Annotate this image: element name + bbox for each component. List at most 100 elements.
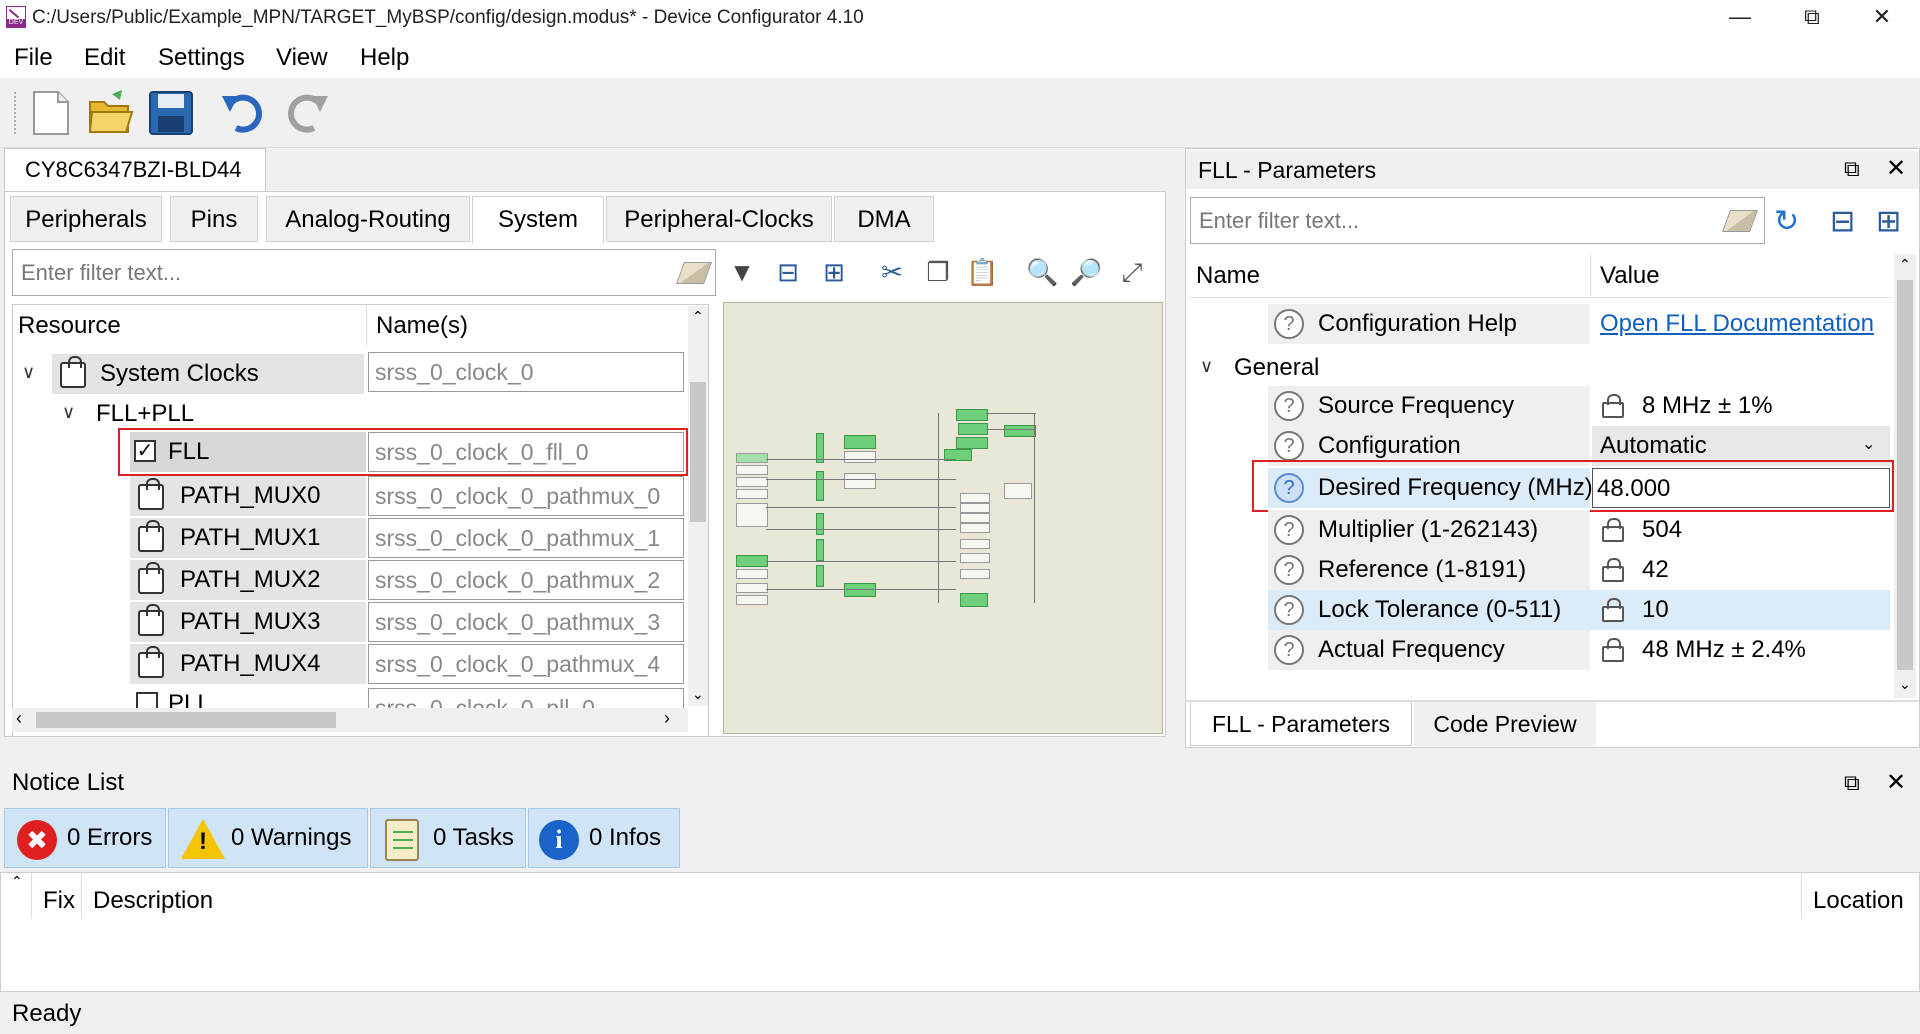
lock-checkbox-icon[interactable] <box>138 478 164 510</box>
restore-icon[interactable]: ⧉ <box>1782 0 1842 36</box>
collapse-all-icon[interactable]: ⊟ <box>1830 204 1855 239</box>
scrollbar-thumb[interactable] <box>36 712 336 728</box>
tree-item-pll[interactable]: PLL <box>168 688 211 708</box>
collapse-icon[interactable]: ⌃ <box>11 873 23 890</box>
tree-item-path-mux0[interactable]: PATH_MUX0 <box>180 476 320 516</box>
scroll-left-icon[interactable]: ‹ <box>16 708 22 729</box>
parameters-filter-input[interactable]: Enter filter text... <box>1190 197 1765 244</box>
new-file-icon[interactable] <box>26 88 76 138</box>
open-fll-documentation-link[interactable]: Open FLL Documentation <box>1600 304 1874 344</box>
location-column-header[interactable]: Location <box>1813 887 1904 915</box>
tab-analog-routing[interactable]: Analog-Routing <box>266 196 470 242</box>
name-field[interactable]: srss_0_clock_0_pathmux_4 <box>368 644 684 684</box>
tree-item-system-clocks[interactable]: System Clocks <box>100 354 259 394</box>
name-field[interactable]: srss_0_clock_0 <box>368 352 684 392</box>
infos-filter-button[interactable]: i 0 Infos <box>528 808 680 868</box>
menu-view[interactable]: View <box>276 44 328 72</box>
tree-horizontal-scrollbar[interactable]: ‹ › <box>12 708 688 732</box>
tab-code-preview[interactable]: Code Preview <box>1414 702 1596 746</box>
scroll-down-icon[interactable]: ⌄ <box>692 686 704 703</box>
lock-checkbox-icon[interactable] <box>138 604 164 636</box>
clock-diagram[interactable] <box>723 302 1163 734</box>
errors-filter-button[interactable]: ✖ 0 Errors <box>4 808 166 868</box>
name-field[interactable]: srss_0_clock_0_pathmux_3 <box>368 602 684 642</box>
help-icon[interactable]: ? <box>1274 515 1304 545</box>
paste-icon[interactable]: 📋 <box>966 256 998 288</box>
minimize-icon[interactable]: — <box>1710 0 1770 36</box>
param-lock-tolerance-value: 10 <box>1642 596 1669 623</box>
menu-edit[interactable]: Edit <box>84 44 125 72</box>
zoom-in-icon[interactable]: 🔍 <box>1026 256 1058 288</box>
zoom-out-icon[interactable]: 🔎 <box>1070 256 1102 288</box>
lock-checkbox-icon[interactable] <box>138 520 164 552</box>
help-icon[interactable]: ? <box>1274 595 1304 625</box>
description-column-header[interactable]: Description <box>93 887 213 915</box>
name-column-header[interactable]: Name <box>1196 262 1260 290</box>
lock-checkbox-icon[interactable] <box>138 562 164 594</box>
name-field[interactable]: srss_0_clock_0_pll_0 <box>368 688 684 708</box>
tree-vertical-scrollbar[interactable]: ⌃ ⌄ <box>688 306 708 706</box>
menu-help[interactable]: Help <box>360 44 409 72</box>
float-panel-icon[interactable]: ⧉ <box>1844 156 1860 182</box>
lock-checkbox-icon[interactable] <box>138 646 164 678</box>
help-icon[interactable]: ? <box>1274 635 1304 665</box>
help-icon[interactable]: ? <box>1274 431 1304 461</box>
tree-item-path-mux3[interactable]: PATH_MUX3 <box>180 602 320 642</box>
scrollbar-thumb[interactable] <box>1897 280 1913 670</box>
scroll-up-icon[interactable]: ⌃ <box>1899 256 1911 273</box>
expand-all-icon[interactable]: ⊞ <box>818 256 850 288</box>
menu-file[interactable]: File <box>14 44 53 72</box>
tree-item-path-mux4[interactable]: PATH_MUX4 <box>180 644 320 684</box>
float-panel-icon[interactable]: ⧉ <box>1844 770 1860 796</box>
open-folder-icon[interactable] <box>86 88 136 138</box>
copy-icon[interactable]: ❐ <box>922 256 954 288</box>
name-field[interactable]: srss_0_clock_0_pathmux_0 <box>368 476 684 516</box>
pll-checkbox[interactable] <box>136 692 158 708</box>
undo-icon[interactable] <box>218 88 268 138</box>
expand-arrow-icon[interactable]: ∨ <box>62 402 75 423</box>
cut-icon[interactable]: ✂ <box>876 256 908 288</box>
help-icon[interactable]: ? <box>1274 391 1304 421</box>
fit-to-window-icon[interactable]: ⤢ <box>1116 256 1148 288</box>
scroll-right-icon[interactable]: › <box>664 708 670 729</box>
expand-arrow-icon[interactable]: ∨ <box>22 362 35 383</box>
tree-item-path-mux1[interactable]: PATH_MUX1 <box>180 518 320 558</box>
help-icon[interactable]: ? <box>1274 309 1304 339</box>
menu-settings[interactable]: Settings <box>158 44 245 72</box>
tree-item-path-mux2[interactable]: PATH_MUX2 <box>180 560 320 600</box>
value-column-header[interactable]: Value <box>1600 262 1660 290</box>
parameters-vertical-scrollbar[interactable]: ⌃ ⌄ <box>1894 254 1916 698</box>
name-field[interactable]: srss_0_clock_0_pathmux_2 <box>368 560 684 600</box>
scrollbar-thumb[interactable] <box>690 382 706 522</box>
filter-icon[interactable]: ▼ <box>726 256 758 288</box>
scroll-down-icon[interactable]: ⌄ <box>1899 676 1911 693</box>
scroll-up-icon[interactable]: ⌃ <box>692 308 704 325</box>
close-icon[interactable]: ✕ <box>1852 0 1912 36</box>
save-icon[interactable] <box>146 88 196 138</box>
tab-dma[interactable]: DMA <box>834 196 934 242</box>
tab-system[interactable]: System <box>472 196 604 244</box>
parameters-header <box>1190 252 1892 298</box>
name-field[interactable]: srss_0_clock_0_pathmux_1 <box>368 518 684 558</box>
expand-all-icon[interactable]: ⊞ <box>1876 204 1901 239</box>
resource-column-header[interactable]: Resource <box>18 304 121 348</box>
close-panel-icon[interactable]: ✕ <box>1886 768 1906 797</box>
expand-arrow-icon[interactable]: ∨ <box>1200 356 1213 377</box>
collapse-all-icon[interactable]: ⊟ <box>772 256 804 288</box>
tasks-filter-button[interactable]: 0 Tasks <box>370 808 526 868</box>
close-panel-icon[interactable]: ✕ <box>1886 154 1906 183</box>
tab-peripherals[interactable]: Peripherals <box>10 196 162 242</box>
left-filter-input[interactable]: Enter filter text... <box>12 249 716 296</box>
group-general-label[interactable]: General <box>1234 348 1319 388</box>
names-column-header[interactable]: Name(s) <box>376 304 468 348</box>
device-tab[interactable]: CY8C6347BZI-BLD44 <box>4 148 266 192</box>
tab-peripheral-clocks[interactable]: Peripheral-Clocks <box>606 196 832 242</box>
redo-icon[interactable] <box>282 88 332 138</box>
lock-checkbox-icon[interactable] <box>60 356 86 388</box>
help-icon[interactable]: ? <box>1274 555 1304 585</box>
refresh-icon[interactable]: ↻ <box>1774 204 1799 239</box>
fix-column-header[interactable]: Fix <box>43 887 75 915</box>
tab-fll-parameters[interactable]: FLL - Parameters <box>1190 702 1412 746</box>
warnings-filter-button[interactable]: ! 0 Warnings <box>168 808 368 868</box>
tab-pins[interactable]: Pins <box>170 196 258 242</box>
